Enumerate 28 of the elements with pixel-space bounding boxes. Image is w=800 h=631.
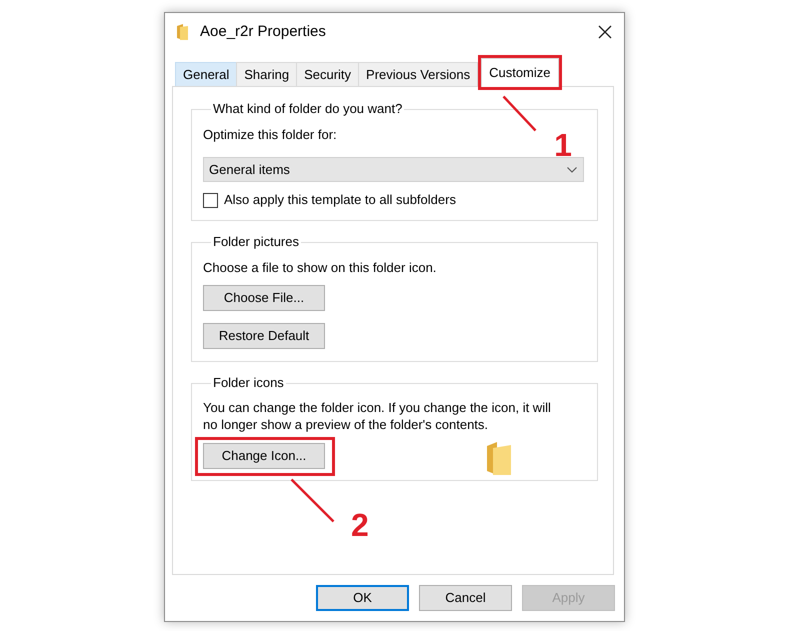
callout-number: 1: [554, 132, 572, 158]
group-description: You can change the folder icon. If you change the icon, it will no longer show a preview of the folder's contents.: [203, 400, 552, 433]
tab[interactable]: Customize: [481, 58, 559, 87]
tab[interactable]: Security: [296, 62, 360, 86]
dialog-button[interactable]: Cancel: [419, 585, 512, 611]
dialog-button[interactable]: OK: [316, 585, 409, 611]
callout-number: 2: [351, 512, 369, 538]
field-label: Optimize this folder for:: [203, 127, 338, 143]
folder-icon: [177, 24, 188, 40]
dialog-button[interactable]: Change Icon...: [203, 443, 325, 469]
leader-line: [290, 478, 335, 523]
checkbox-label: Also apply this template to all subfolders: [224, 192, 456, 208]
window-title: Aoe_r2r Properties: [200, 22, 326, 40]
group-description: Choose a file to show on this folder icon.: [203, 260, 438, 276]
dialog-button[interactable]: Choose File...: [203, 285, 325, 311]
tab[interactable]: General: [175, 62, 238, 86]
group-title: What kind of folder do you want?: [212, 101, 404, 117]
optimize-dropdown[interactable]: General items: [203, 157, 584, 182]
checkbox[interactable]: [203, 192, 218, 208]
group-title: Folder pictures: [212, 234, 300, 250]
close-icon[interactable]: [598, 24, 612, 38]
dialog-button[interactable]: Restore Default: [203, 323, 325, 349]
chevron-down-icon: [567, 166, 577, 172]
group-title: Folder icons: [212, 375, 285, 391]
tab[interactable]: Sharing: [236, 62, 298, 86]
tab[interactable]: Previous Versions: [358, 62, 478, 86]
leader-line: [502, 95, 538, 132]
folder-icon: [487, 442, 511, 475]
